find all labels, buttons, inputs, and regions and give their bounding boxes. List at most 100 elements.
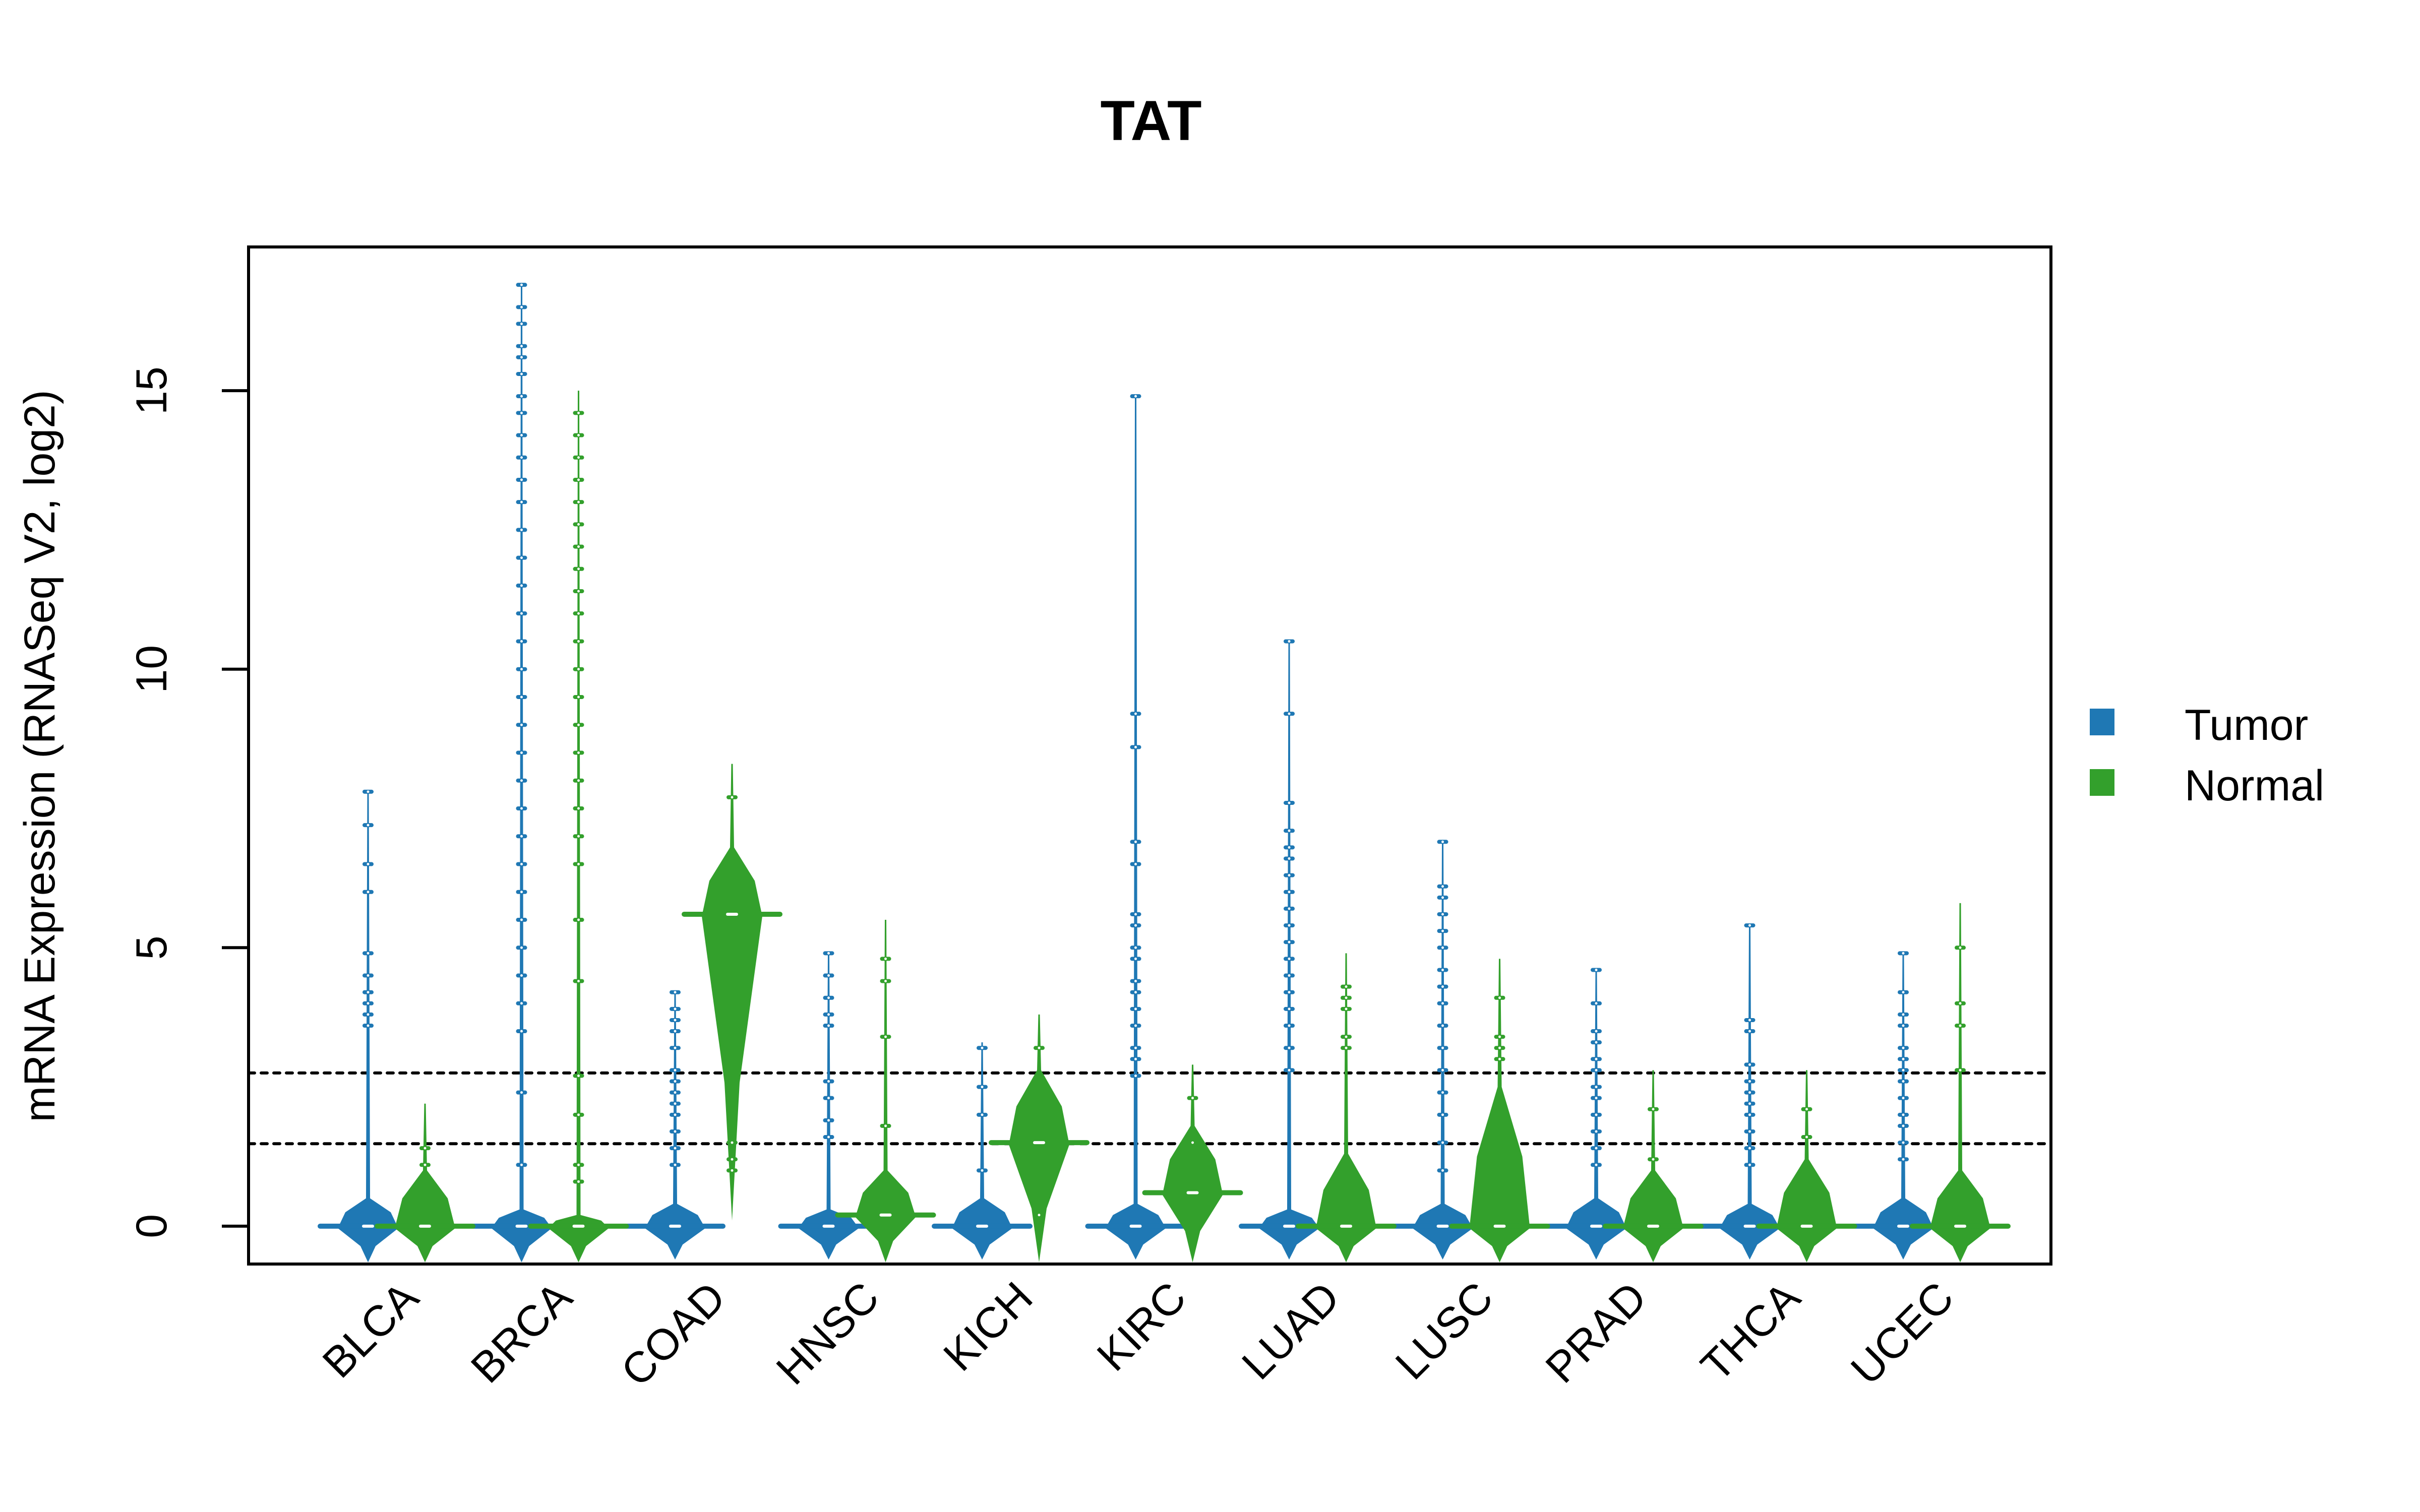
outlier-center (1345, 1035, 1348, 1038)
outlier-center (1134, 1074, 1137, 1077)
median-center (1493, 1224, 1506, 1228)
outlier-center (1595, 1041, 1598, 1044)
median-center (1129, 1224, 1142, 1228)
outlier-center (520, 751, 523, 754)
outlier-center (520, 891, 523, 894)
outlier-center (1134, 1024, 1137, 1027)
outlier-center (827, 1024, 830, 1027)
outlier-center (1498, 1035, 1501, 1038)
outlier-center (577, 523, 580, 526)
outlier-center (520, 1163, 523, 1166)
outlier-center (674, 1130, 677, 1133)
legend-swatch-tumor (2090, 709, 2114, 735)
outlier-center (577, 478, 580, 481)
outlier-center (1748, 1091, 1751, 1094)
outlier-center (520, 356, 523, 359)
outlier-center (1748, 1080, 1751, 1083)
outlier-center (1441, 968, 1444, 971)
outlier-center (577, 980, 580, 983)
outlier-center (577, 1074, 580, 1077)
median-center (1954, 1224, 1966, 1228)
outlier-center (1595, 968, 1598, 971)
outlier-center (1595, 1097, 1598, 1100)
violin-chart: TAT mRNA Expression (RNASeq V2, log2) 0 5… (0, 0, 2420, 1512)
outlier-center (520, 668, 523, 671)
outlier-center (367, 863, 370, 866)
outlier-center (1288, 801, 1291, 804)
outlier-center (520, 305, 523, 308)
chart-background (0, 0, 2420, 1512)
outlier-center (577, 434, 580, 437)
legend-label-normal: Normal (2185, 762, 2324, 810)
median-center (362, 1224, 374, 1228)
outlier-center (1441, 896, 1444, 899)
outlier-center (827, 1136, 830, 1139)
outlier-center (1902, 1080, 1905, 1083)
median-center (1647, 1224, 1659, 1228)
y-axis-label: mRNA Expression (RNASeq V2, log2) (16, 390, 64, 1122)
outlier-center (827, 1119, 830, 1122)
outlier-center (1134, 1046, 1137, 1049)
outlier-center (577, 1113, 580, 1116)
outlier-center (577, 835, 580, 838)
outlier-center (577, 612, 580, 615)
outlier-center (884, 1035, 887, 1038)
outlier-center (1902, 991, 1905, 994)
outlier-center (1748, 1063, 1751, 1066)
outlier-center (1134, 913, 1137, 916)
outlier-center (520, 434, 523, 437)
outlier-center (1748, 1130, 1751, 1133)
outlier-center (520, 345, 523, 348)
outlier-center (1134, 991, 1137, 994)
outlier-center (1288, 891, 1291, 894)
outlier-center (1902, 1158, 1905, 1161)
outlier-center (520, 640, 523, 643)
outlier-center (520, 612, 523, 615)
outlier-center (1595, 1113, 1598, 1116)
median-center (1897, 1224, 1909, 1228)
outlier-center (981, 1113, 984, 1116)
outlier-center (1288, 1024, 1291, 1027)
outlier-center (1441, 929, 1444, 932)
y-tick-label: 0 (128, 1214, 176, 1238)
outlier-center (1191, 1097, 1194, 1100)
outlier-center (1902, 1024, 1905, 1027)
median-center (572, 1224, 585, 1228)
outlier-center (1595, 1086, 1598, 1089)
outlier-center (577, 1180, 580, 1183)
outlier-center (1441, 985, 1444, 988)
median-center (976, 1224, 988, 1228)
outlier-center (520, 372, 523, 375)
outlier-center (520, 478, 523, 481)
outlier-center (827, 996, 830, 999)
outlier-center (577, 545, 580, 548)
outlier-center (1959, 1002, 1962, 1005)
outlier-center (1595, 1147, 1598, 1150)
outlier-center (1498, 996, 1501, 999)
outlier-center (1288, 974, 1291, 977)
outlier-center (520, 456, 523, 459)
outlier-center (520, 1091, 523, 1094)
outlier-center (520, 556, 523, 559)
outlier-center (884, 957, 887, 960)
median-center (419, 1224, 431, 1228)
outlier-center (367, 952, 370, 955)
outlier-center (1595, 1163, 1598, 1166)
outlier-center (520, 723, 523, 726)
outlier-center (520, 807, 523, 810)
outlier-center (1288, 1046, 1291, 1049)
outlier-center (1902, 1057, 1905, 1060)
outlier-center (1134, 957, 1137, 960)
outlier-center (520, 918, 523, 921)
outlier-center (367, 891, 370, 894)
median-center (1743, 1224, 1756, 1228)
outlier-center (1959, 946, 1962, 949)
outlier-center (1191, 1141, 1194, 1144)
outlier-center (1134, 1007, 1137, 1011)
outlier-center (367, 790, 370, 793)
outlier-center (674, 1068, 677, 1072)
outlier-center (1134, 840, 1137, 843)
outlier-center (1441, 1002, 1444, 1005)
outlier-center (1288, 957, 1291, 960)
outlier-center (577, 918, 580, 921)
